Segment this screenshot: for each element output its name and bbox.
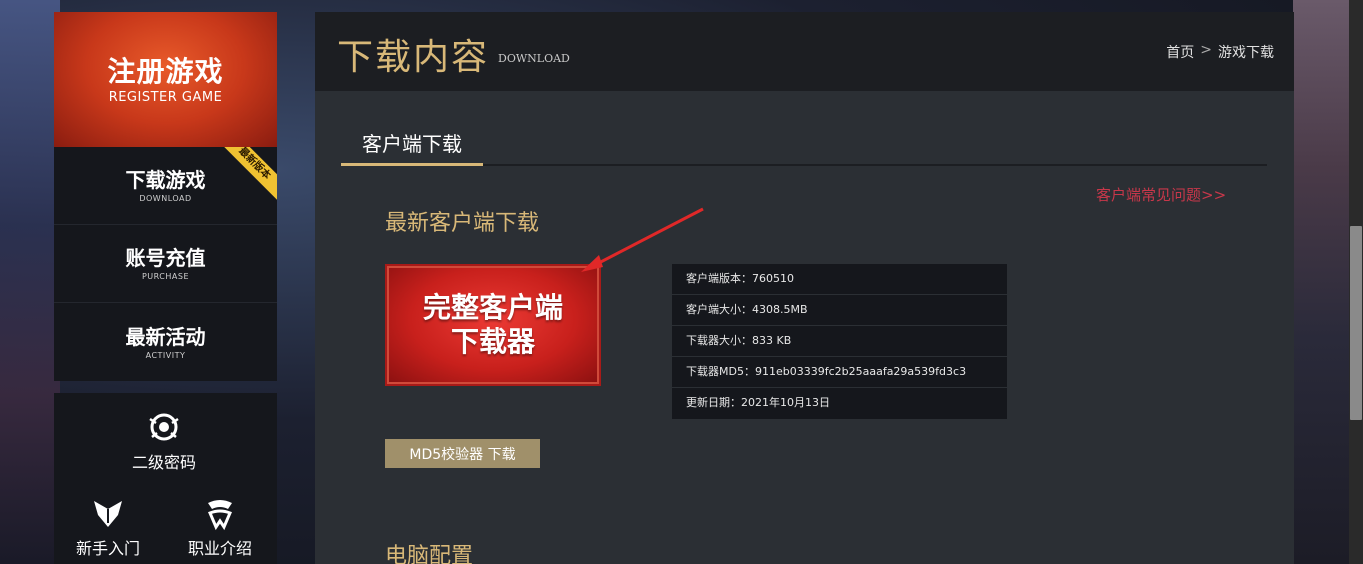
latest-version-ribbon: 最新版本	[215, 147, 277, 203]
wing-emblem-icon	[94, 501, 122, 527]
tool-secondary-password[interactable]: 二级密码	[132, 409, 196, 473]
tool-class-intro[interactable]: 职业介绍	[188, 495, 252, 559]
section-latest-client: 最新客户端下载	[385, 211, 540, 236]
main-header: 下载内容 DOWNLOAD 首页 > 游戏下载	[315, 12, 1294, 91]
nav-download-subtitle: DOWNLOAD	[139, 194, 192, 203]
tool-beginner-guide[interactable]: 新手入门	[76, 495, 140, 559]
register-subtitle: REGISTER GAME	[108, 90, 223, 105]
info-client-size: 客户端大小：4308.5MB	[672, 295, 1007, 326]
download-button-line1: 完整客户端	[422, 291, 563, 324]
client-faq-link[interactable]: 客户端常见问题>>	[1096, 184, 1226, 205]
info-downloader-size: 下载器大小：833 KB	[672, 326, 1007, 357]
page-title: 下载内容	[337, 37, 490, 78]
page-title-en: DOWNLOAD	[498, 52, 570, 65]
nav-download-game[interactable]: 下载游戏 DOWNLOAD 最新版本	[54, 147, 277, 225]
quick-tools-panel: 二级密码 新手入门 职业介绍	[54, 393, 277, 564]
nav-activity-title: 最新活动	[125, 324, 206, 349]
main-panel: 下载内容 DOWNLOAD 首页 > 游戏下载 客户端下载 客户端常见问题>> …	[315, 12, 1294, 564]
tab-client-download[interactable]: 客户端下载	[341, 121, 483, 166]
nav-account-recharge[interactable]: 账号充值 PURCHASE	[54, 225, 277, 303]
tool-class-intro-label: 职业介绍	[188, 539, 253, 558]
nav-activity-subtitle: ACTIVITY	[145, 350, 186, 360]
breadcrumb-current[interactable]: 游戏下载	[1218, 42, 1274, 62]
download-button-line2: 下载器	[450, 325, 535, 358]
sidebar: 注册游戏 REGISTER GAME 下载游戏 DOWNLOAD 最新版本 账号…	[54, 12, 277, 564]
nav-recharge-title: 账号充值	[125, 246, 206, 270]
tool-beginner-guide-label: 新手入门	[76, 539, 141, 558]
info-client-version: 客户端版本：760510	[672, 264, 1007, 295]
nav-download-title: 下载游戏	[125, 168, 206, 192]
md5-checker-download-button[interactable]: MD5校验器 下载	[385, 439, 540, 468]
info-update-date: 更新日期：2021年10月13日	[686, 396, 830, 409]
breadcrumb-home[interactable]: 首页	[1166, 42, 1194, 62]
breadcrumb-separator: >	[1200, 42, 1212, 58]
tab-bar: 客户端下载	[341, 121, 1267, 166]
breadcrumb: 首页 > 游戏下载	[1166, 42, 1274, 62]
background-art-left	[0, 0, 60, 564]
scrollbar-thumb[interactable]	[1350, 226, 1362, 420]
register-title: 注册游戏	[107, 55, 224, 88]
nav-recharge-subtitle: PURCHASE	[141, 272, 190, 281]
page-scrollbar[interactable]	[1349, 0, 1363, 564]
full-client-downloader-button[interactable]: 完整客户端 下载器	[385, 264, 601, 386]
tool-secondary-password-label: 二级密码	[132, 453, 197, 472]
client-info-table: 客户端版本：760510 客户端大小：4308.5MB 下载器大小：833 KB…	[672, 264, 1007, 419]
nav-latest-activity[interactable]: 最新活动 ACTIVITY	[54, 303, 277, 381]
claw-emblem-icon	[208, 500, 232, 531]
lock-eye-icon	[149, 413, 179, 441]
register-game-button[interactable]: 注册游戏 REGISTER GAME	[54, 12, 277, 147]
section-pc-config: 电脑配置	[385, 544, 474, 564]
info-downloader-md5: 下载器MD5：911eb03339fc2b25aaafa29a539fd3c3	[672, 357, 1007, 388]
